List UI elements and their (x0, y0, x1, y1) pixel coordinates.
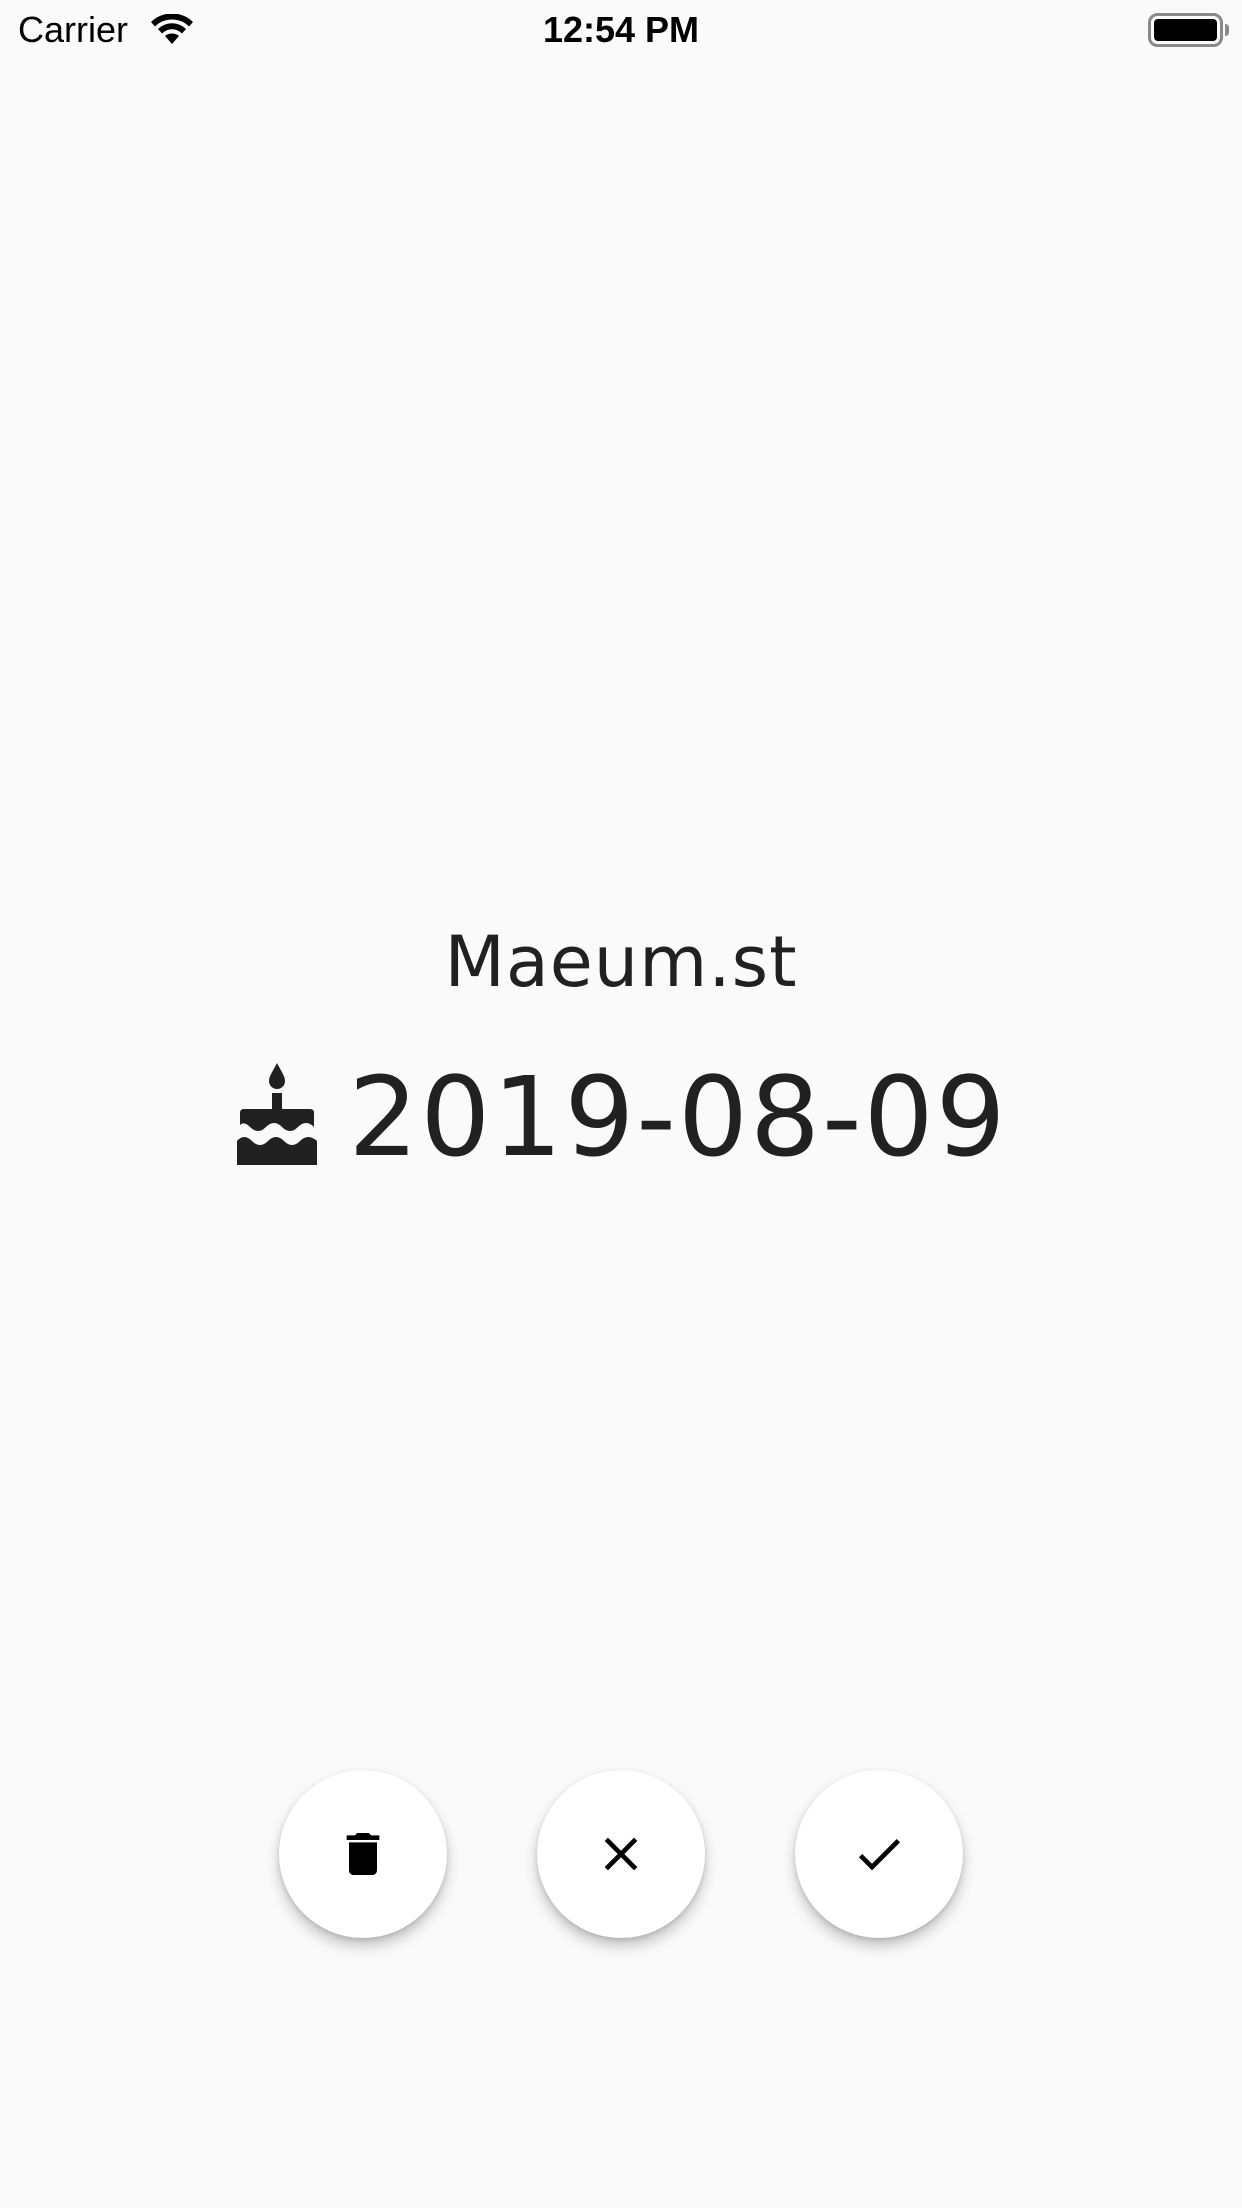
confirm-button[interactable] (795, 1770, 963, 1938)
cancel-button[interactable] (537, 1770, 705, 1938)
check-icon (858, 1839, 900, 1871)
birthday-date: 2019-08-09 (348, 1053, 1008, 1181)
close-icon (604, 1837, 638, 1871)
trash-icon (346, 1833, 380, 1875)
cake-icon (237, 1063, 318, 1165)
status-bar: Carrier 12:54 PM (0, 0, 1242, 60)
battery-full-icon (1148, 13, 1229, 47)
profile-name: Maeum.st (444, 921, 798, 1003)
status-time: 12:54 PM (542, 9, 700, 50)
birthday-row: 2019-08-09 (0, 1052, 1242, 1182)
delete-button[interactable] (279, 1770, 447, 1938)
